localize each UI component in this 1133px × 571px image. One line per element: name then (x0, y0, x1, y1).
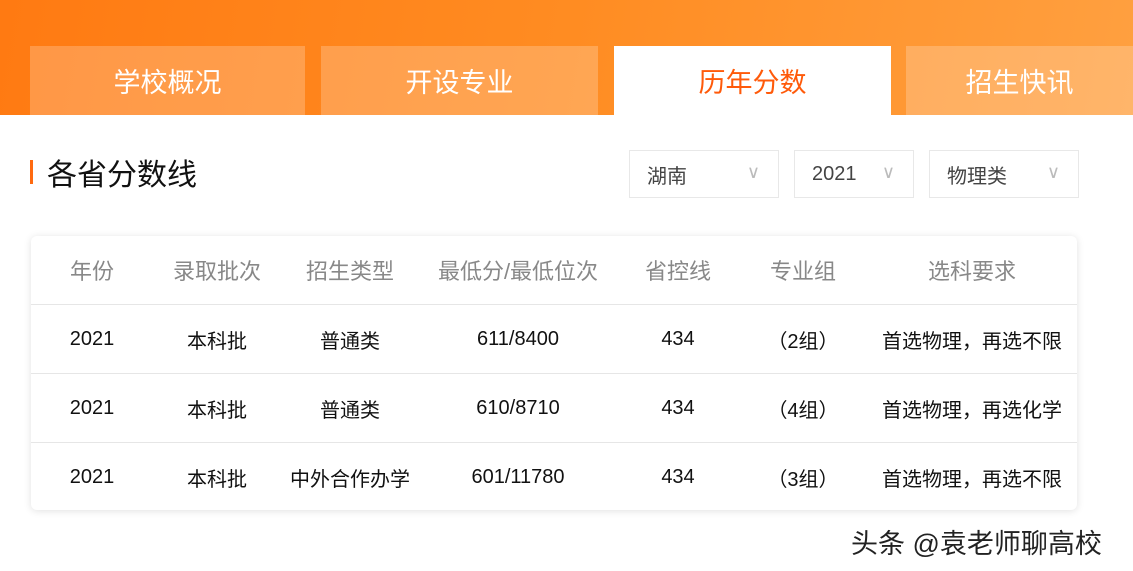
chevron-down-icon: ∨ (881, 162, 895, 182)
tab-school-overview[interactable]: 学校概况 (30, 46, 305, 115)
table-header: 年份 录取批次 招生类型 最低分/最低位次 省控线 专业组 选科要求 (31, 236, 1077, 305)
header-major-group: 专业组 (769, 259, 836, 284)
header-banner: 学校概况 开设专业 历年分数 招生快讯 (0, 0, 1133, 115)
subject-value: 物理类 (947, 165, 1007, 188)
section-title: 各省分数线 (30, 152, 197, 192)
section-title-text: 各省分数线 (47, 159, 197, 192)
chevron-down-icon: ∨ (746, 162, 760, 182)
year-value: 2021 (812, 162, 857, 185)
cell-major-group: （2组） (767, 330, 839, 353)
tab-historical-scores[interactable]: 历年分数 (614, 46, 891, 115)
cell-min-score-rank: 601/11780 (471, 466, 565, 488)
header-subject-requirement: 选科要求 (927, 259, 1016, 284)
tab-majors[interactable]: 开设专业 (321, 46, 598, 115)
cell-subject-requirement: 首选物理，再选化学 (882, 399, 1062, 422)
cell-min-score-rank: 611/8400 (477, 327, 559, 350)
score-table: 年份 录取批次 招生类型 最低分/最低位次 省控线 专业组 选科要求 2021 本科批 普通类 61… (31, 236, 1077, 510)
title-accent-bar (30, 160, 33, 184)
table-row: 2021 本科批 普通类 611/8400 434 （2组） 首选物理，再选不限 (31, 305, 1077, 374)
cell-major-group: （3组） (767, 469, 839, 491)
cell-major-group: （4组） (767, 399, 839, 422)
watermark: 头条 @袁老师聊高校 (851, 529, 1102, 559)
province-select[interactable]: 湖南 ∨ (629, 150, 779, 198)
cell-type: 普通类 (320, 330, 380, 353)
table-row: 2021 本科批 中外合作办学 601/11780 434 （3组） 首选物理，再选不限 (31, 443, 1077, 512)
cell-type: 中外合作办学 (290, 469, 410, 491)
year-select[interactable]: 2021 ∨ (794, 150, 914, 198)
chevron-down-icon: ∨ (1046, 162, 1060, 182)
tab-admission-news[interactable]: 招生快讯 (906, 46, 1133, 115)
cell-type: 普通类 (320, 399, 380, 422)
cell-subject-requirement: 首选物理，再选不限 (882, 469, 1062, 491)
header-min-score-rank: 最低分/最低位次 (437, 259, 599, 284)
header-type: 招生类型 (305, 259, 394, 284)
subject-select[interactable]: 物理类 ∨ (929, 150, 1079, 198)
cell-min-score-rank: 610/8710 (476, 396, 560, 419)
province-value: 湖南 (647, 165, 687, 188)
cell-subject-requirement: 首选物理，再选不限 (882, 330, 1062, 353)
table-row: 2021 本科批 普通类 610/8710 434 （4组） 首选物理，再选化学 (31, 374, 1077, 443)
